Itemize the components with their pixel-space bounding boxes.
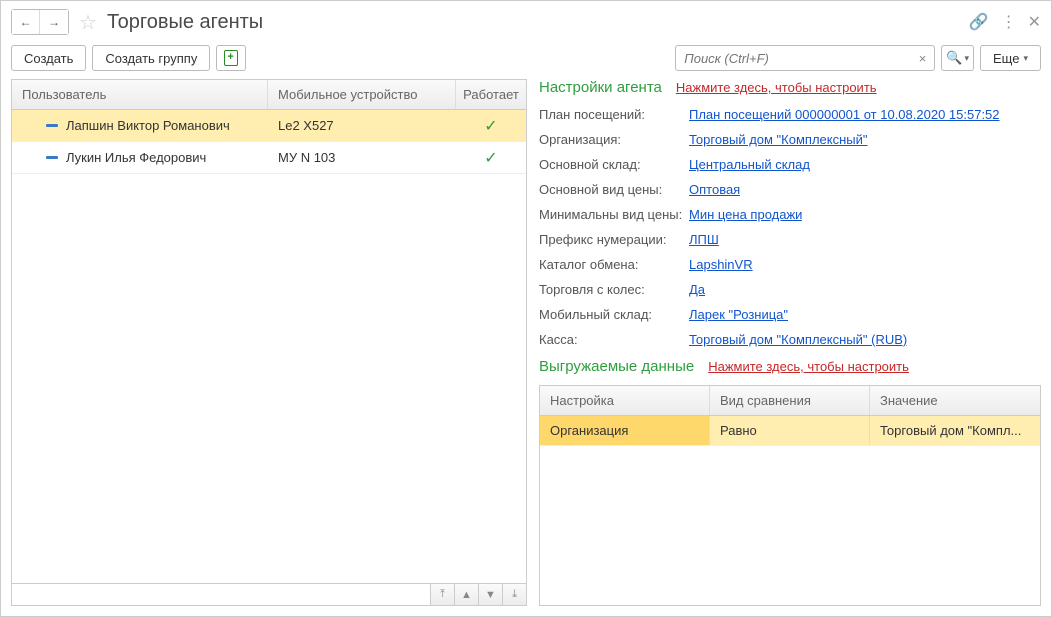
prop-label: Организация:: [539, 132, 689, 147]
prop-row: Основной склад:Центральный склад: [539, 152, 1041, 177]
prop-value-link[interactable]: Оптовая: [689, 182, 740, 197]
col-header-setting[interactable]: Настройка: [540, 386, 710, 415]
toolbar: Создать Создать группу × 🔍 ▾ Еще ▾: [11, 45, 1041, 71]
prop-value-link[interactable]: Да: [689, 282, 705, 297]
export-row[interactable]: Организация Равно Торговый дом "Компл...: [540, 416, 1040, 446]
agent-settings-title: Настройки агента: [539, 79, 662, 96]
arrow-left-icon: ←: [20, 15, 32, 29]
title-actions: 🔗 ⋮ ✕: [969, 12, 1041, 32]
main-window: ← → ☆ Торговые агенты 🔗 ⋮ ✕ Создать Созд…: [0, 0, 1052, 617]
prop-value-link[interactable]: Мин цена продажи: [689, 207, 802, 222]
check-icon: ✓: [484, 116, 497, 136]
kebab-menu-icon[interactable]: ⋮: [1001, 12, 1016, 32]
grid-header: Пользователь Мобильное устройство Работа…: [12, 80, 526, 110]
comparison-cell: Равно: [710, 416, 870, 445]
magnifier-icon: 🔍: [946, 50, 962, 66]
link-icon[interactable]: 🔗: [969, 12, 989, 32]
prop-label: Основной склад:: [539, 157, 689, 172]
agent-settings-header: Настройки агента Нажмите здесь, чтобы на…: [539, 79, 1041, 96]
page-title: Торговые агенты: [107, 11, 963, 34]
prop-label: Каталог обмена:: [539, 257, 689, 272]
col-header-works[interactable]: Работает: [456, 80, 526, 109]
prop-row: Касса:Торговый дом "Комплексный" (RUB): [539, 327, 1041, 352]
grid-body: Лапшин Виктор Романович Le2 X527 ✓ Лукин…: [12, 110, 526, 583]
more-label: Еще: [993, 51, 1019, 66]
create-group-button[interactable]: Создать группу: [92, 45, 210, 71]
nav-group: ← →: [11, 9, 69, 35]
favorite-icon[interactable]: ☆: [79, 10, 97, 35]
prop-row: Основной вид цены:Оптовая: [539, 177, 1041, 202]
export-data-configure-link[interactable]: Нажмите здесь, чтобы настроить: [708, 359, 909, 374]
prop-row: Минимальны вид цены:Мин цена продажи: [539, 202, 1041, 227]
export-data-header: Выгружаемые данные Нажмите здесь, чтобы …: [539, 358, 1041, 375]
device-cell: МУ N 103: [268, 144, 456, 171]
setting-cell: Организация: [540, 416, 710, 445]
prop-label: Торговля с колес:: [539, 282, 689, 297]
search-input[interactable]: [682, 50, 916, 67]
agent-properties: План посещений:План посещений 000000001 …: [539, 102, 1041, 352]
prop-row: План посещений:План посещений 000000001 …: [539, 102, 1041, 127]
prop-value-link[interactable]: Ларек "Розница": [689, 307, 788, 322]
create-button[interactable]: Создать: [11, 45, 86, 71]
grid-footer: ⤒ ▲ ▼ ⤓: [12, 583, 526, 605]
clear-search-icon[interactable]: ×: [917, 51, 929, 66]
prop-row: Торговля с колес:Да: [539, 277, 1041, 302]
prop-value-link[interactable]: Центральный склад: [689, 157, 810, 172]
prop-label: Касса:: [539, 332, 689, 347]
details-pane: Настройки агента Нажмите здесь, чтобы на…: [539, 79, 1041, 606]
col-header-user[interactable]: Пользователь: [12, 80, 268, 109]
caret-down-icon: ▾: [1023, 53, 1028, 64]
col-header-comparison[interactable]: Вид сравнения: [710, 386, 870, 415]
scroll-top-button[interactable]: ⤒: [430, 584, 454, 605]
value-cell: Торговый дом "Компл...: [870, 416, 1040, 445]
search-box[interactable]: ×: [675, 45, 935, 71]
content: Пользователь Мобильное устройство Работа…: [11, 79, 1041, 606]
prop-label: Префикс нумерации:: [539, 232, 689, 247]
col-header-value[interactable]: Значение: [870, 386, 1040, 415]
prop-row: Мобильный склад:Ларек "Розница": [539, 302, 1041, 327]
item-icon: [46, 156, 58, 159]
prop-value-link[interactable]: LapshinVR: [689, 257, 753, 272]
export-data-title: Выгружаемые данные: [539, 358, 694, 375]
user-name: Лапшин Виктор Романович: [66, 118, 230, 133]
user-name: Лукин Илья Федорович: [66, 150, 206, 165]
scroll-up-button[interactable]: ▲: [454, 584, 478, 605]
new-doc-button[interactable]: [216, 45, 246, 71]
prop-value-link[interactable]: Торговый дом "Комплексный" (RUB): [689, 332, 907, 347]
prop-label: Основной вид цены:: [539, 182, 689, 197]
device-cell: Le2 X527: [268, 112, 456, 139]
prop-value-link[interactable]: Торговый дом "Комплексный": [689, 132, 868, 147]
prop-label: План посещений:: [539, 107, 689, 122]
prop-value-link[interactable]: План посещений 000000001 от 10.08.2020 1…: [689, 107, 1000, 122]
check-icon: ✓: [484, 148, 497, 168]
prop-label: Мобильный склад:: [539, 307, 689, 322]
arrow-right-icon: →: [48, 15, 60, 29]
prop-value-link[interactable]: ЛПШ: [689, 232, 719, 247]
back-button[interactable]: ←: [12, 10, 40, 34]
prop-row: Каталог обмена:LapshinVR: [539, 252, 1041, 277]
export-grid: Настройка Вид сравнения Значение Организ…: [539, 385, 1041, 606]
table-row[interactable]: Лапшин Виктор Романович Le2 X527 ✓: [12, 110, 526, 142]
titlebar: ← → ☆ Торговые агенты 🔗 ⋮ ✕: [11, 7, 1041, 37]
table-row[interactable]: Лукин Илья Федорович МУ N 103 ✓: [12, 142, 526, 174]
prop-row: Префикс нумерации:ЛПШ: [539, 227, 1041, 252]
search-menu-button[interactable]: 🔍 ▾: [941, 45, 974, 71]
agent-settings-configure-link[interactable]: Нажмите здесь, чтобы настроить: [676, 80, 877, 95]
col-header-device[interactable]: Мобильное устройство: [268, 80, 456, 109]
prop-label: Минимальны вид цены:: [539, 207, 689, 222]
export-grid-header: Настройка Вид сравнения Значение: [540, 386, 1040, 416]
forward-button[interactable]: →: [40, 10, 68, 34]
caret-down-icon: ▾: [964, 53, 969, 64]
scroll-down-button[interactable]: ▼: [478, 584, 502, 605]
agents-grid: Пользователь Мобильное устройство Работа…: [11, 79, 527, 606]
more-button[interactable]: Еще ▾: [980, 45, 1041, 71]
document-plus-icon: [224, 50, 238, 66]
item-icon: [46, 124, 58, 127]
close-icon[interactable]: ✕: [1028, 12, 1041, 32]
prop-row: Организация:Торговый дом "Комплексный": [539, 127, 1041, 152]
scroll-bottom-button[interactable]: ⤓: [502, 584, 526, 605]
